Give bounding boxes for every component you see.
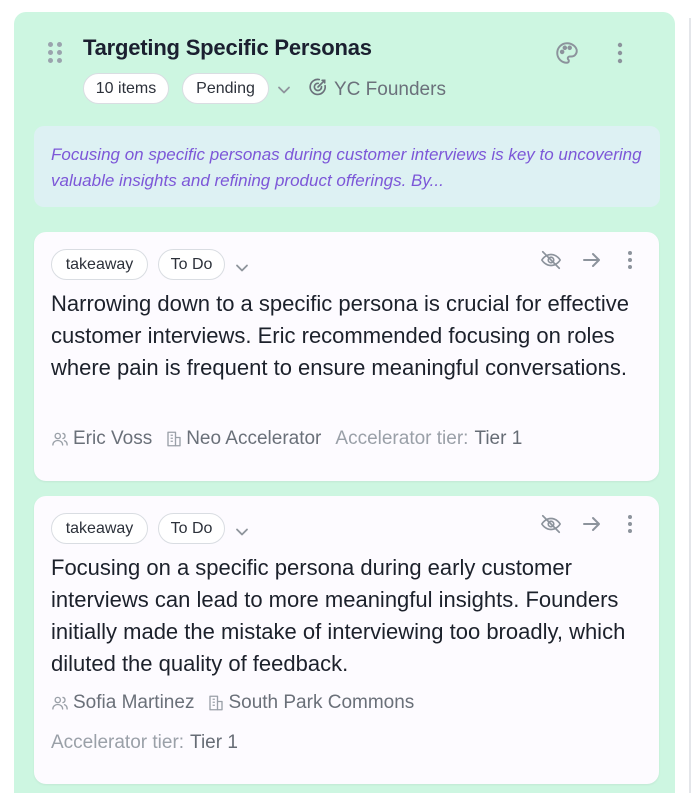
users-icon: [51, 694, 69, 712]
building-icon: [166, 430, 182, 448]
team-name: YC Founders: [334, 79, 446, 100]
eye-off-icon[interactable]: [538, 248, 564, 272]
chevron-down-icon[interactable]: [277, 82, 291, 100]
card-more-icon[interactable]: [620, 512, 640, 536]
tier-value: Tier 1: [190, 732, 238, 753]
tier-label: Accelerator tier:: [335, 428, 469, 449]
takeaway-card[interactable]: takeaway To Do Focusing on a specific pe…: [34, 496, 659, 784]
item-count-badge: 10 items: [83, 73, 169, 104]
eye-off-icon[interactable]: [538, 512, 564, 536]
column-title: Targeting Specific Personas: [83, 35, 372, 60]
team-label[interactable]: YC Founders: [308, 77, 446, 103]
arrow-right-icon[interactable]: [580, 512, 604, 536]
tier-label: Accelerator tier:: [51, 732, 185, 753]
card-status-select[interactable]: To Do: [158, 513, 225, 544]
column-status-select[interactable]: Pending: [182, 73, 269, 104]
tier-value: Tier 1: [474, 428, 523, 449]
chevron-down-icon[interactable]: [235, 524, 249, 542]
chevron-down-icon[interactable]: [235, 260, 249, 278]
card-tier: Accelerator tier: Tier 1: [51, 732, 238, 754]
column-summary: Focusing on specific personas during cus…: [34, 126, 660, 207]
takeaway-card[interactable]: takeaway To Do Narrowing down to a speci…: [34, 232, 659, 481]
persona-column: Targeting Specific Personas 10 items Pen…: [14, 12, 675, 793]
org-name[interactable]: Neo Accelerator: [186, 428, 321, 450]
column-more-icon[interactable]: [610, 40, 630, 66]
card-meta: Sofia Martinez South Park Commons: [51, 692, 414, 714]
takeaway-text: Focusing on a specific persona during ea…: [51, 555, 626, 676]
person-name[interactable]: Eric Voss: [73, 428, 152, 450]
building-icon: [208, 694, 224, 712]
arrow-right-icon[interactable]: [580, 248, 604, 272]
card-more-icon[interactable]: [620, 248, 640, 272]
person-name[interactable]: Sofia Martinez: [73, 692, 194, 714]
card-status-select[interactable]: To Do: [158, 249, 225, 280]
palette-icon[interactable]: [553, 39, 581, 67]
tag-badge: takeaway: [51, 249, 148, 280]
target-icon: [308, 77, 328, 103]
tag-badge: takeaway: [51, 513, 148, 544]
users-icon: [51, 430, 69, 448]
org-name[interactable]: South Park Commons: [228, 692, 414, 714]
drag-handle-icon[interactable]: [48, 42, 62, 63]
takeaway-text: Narrowing down to a specific persona is …: [51, 291, 629, 380]
card-meta: Eric Voss Neo Accelerator Accelerator ti…: [51, 428, 522, 450]
